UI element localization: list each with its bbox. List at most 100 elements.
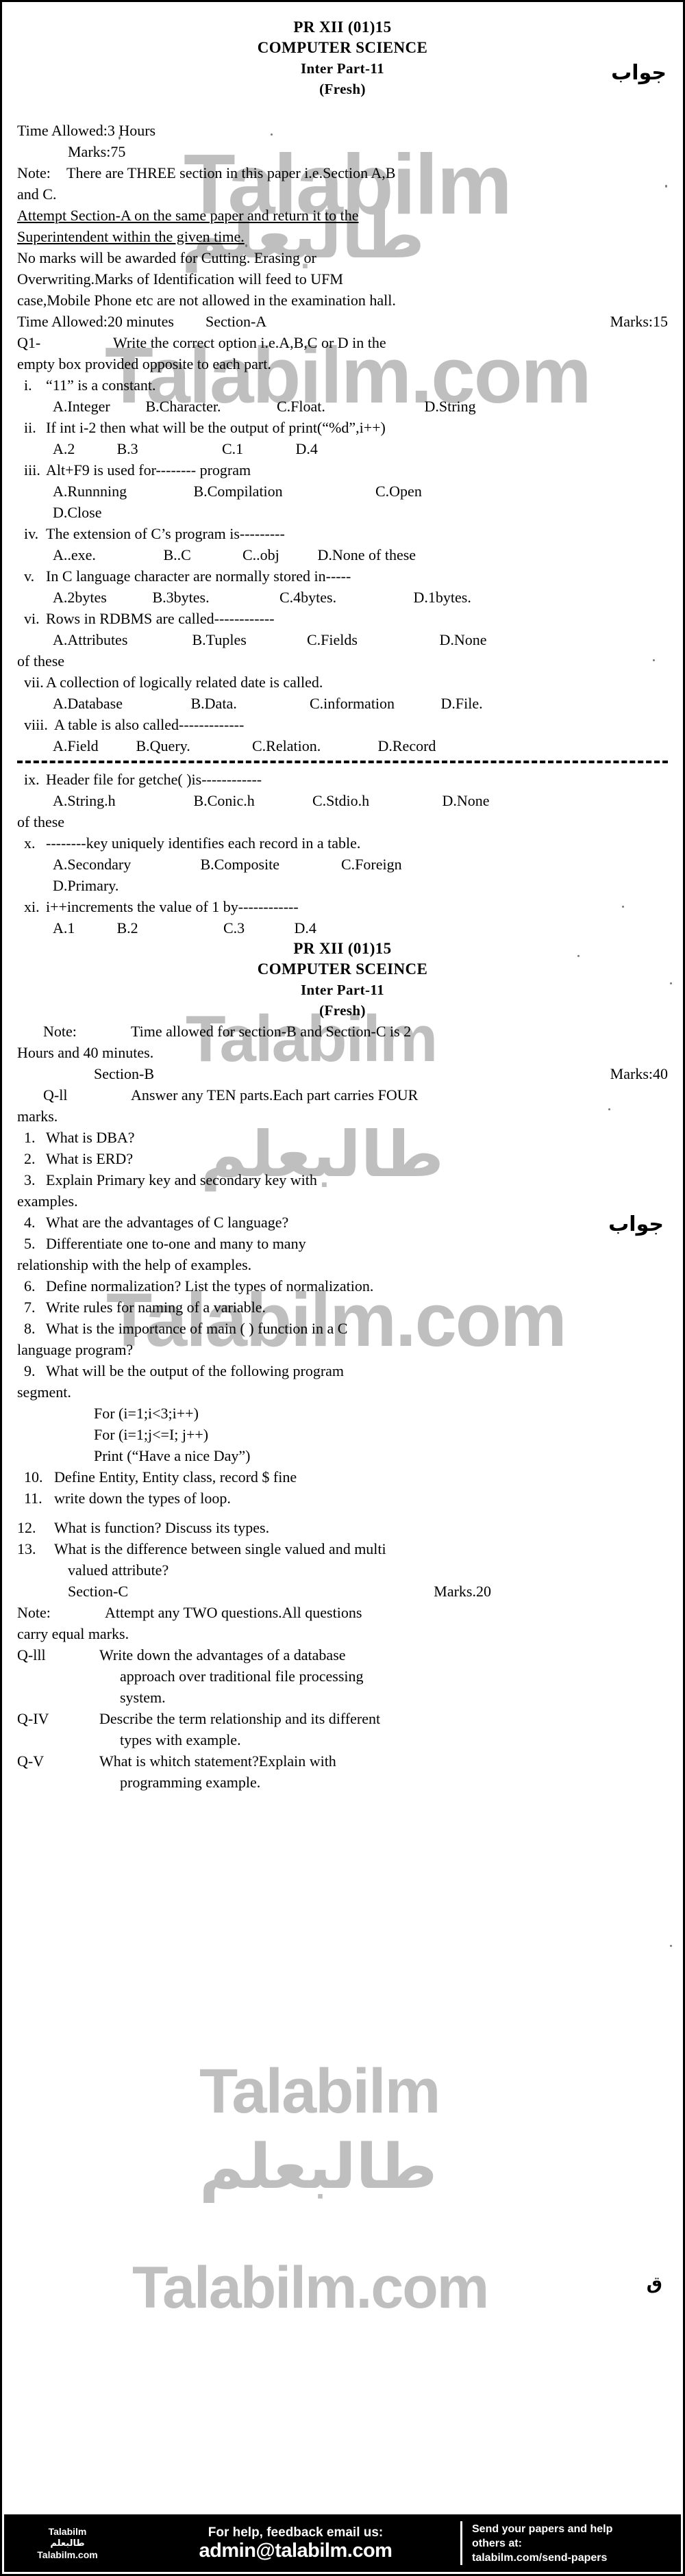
note-text-1b: and C. (17, 186, 57, 203)
mcq-option[interactable]: C.1 (222, 438, 292, 459)
mcq-option[interactable]: B.Character. (146, 396, 273, 417)
code-line: Print (“Have a nice Day”) (94, 1447, 251, 1464)
section-c-name: Section-C (68, 1583, 128, 1600)
mcq-option[interactable]: D.4 (296, 438, 318, 459)
mcq-option[interactable]: A.Database (53, 693, 187, 714)
mcq-text: Rows in RDBMS are called------------ (46, 610, 275, 627)
mcq-option[interactable]: A.2 (53, 438, 113, 459)
section-b-q-line: Q-ll Answer any TEN parts.Each part carr… (17, 1084, 668, 1106)
mcq-option[interactable]: B.2 (117, 917, 220, 939)
mcq-options: A.Secondary B.Composite C.Foreign (17, 854, 668, 875)
mcq-option[interactable]: D.None (443, 790, 490, 811)
mcq-text: Header file for getche( )is------------ (46, 771, 262, 788)
section-b-marks: Marks:40 (610, 1065, 668, 1082)
mcq-option[interactable]: A.Integer (53, 396, 142, 417)
mcq-option[interactable]: A.Attributes (53, 629, 188, 650)
section-b-note-text-2: Hours and 40 minutes. (17, 1044, 154, 1061)
mcq-option[interactable]: B.Tuples (192, 629, 303, 650)
question-number: 2. (24, 1150, 36, 1167)
mcq-option[interactable]: D.1bytes. (414, 587, 471, 608)
mcq-option[interactable]: B.Query. (136, 735, 249, 756)
watermark-arabic-3: طالبعلم (199, 2131, 438, 2203)
mcq-option[interactable]: D.None (440, 629, 487, 650)
long-question-item: Q-V What is whitch statement?Explain wit… (17, 1750, 668, 1772)
scan-speck (670, 1945, 672, 1947)
code-line: For (i=1;i<3;i++) (94, 1405, 199, 1422)
mcq-option[interactable]: C.Float. (277, 396, 421, 417)
watermark-talabilm-3: Talabilm (199, 2056, 440, 2126)
section-c-note-text-2: carry equal marks. (17, 1625, 129, 1642)
mcq-options: A.1 B.2 C.3 D.4 (17, 917, 668, 939)
mcq-option[interactable]: C.3 (223, 917, 290, 939)
mcq-option[interactable]: C.Open (375, 481, 422, 502)
mcq-option[interactable]: A.2bytes (53, 587, 149, 608)
mcq-item: iv. The extension of C’s program is-----… (17, 523, 668, 544)
mcq-option[interactable]: D.Close (53, 502, 102, 523)
mcq-option[interactable]: C.Fields (307, 629, 436, 650)
question-number: 8. (24, 1320, 36, 1337)
mcq-options: A.Field B.Query. C.Relation. D.Record (17, 735, 668, 756)
mcq-option[interactable]: D.File. (441, 693, 483, 714)
mcq-number: xi. (24, 898, 40, 915)
mcq-number: i. (24, 377, 32, 394)
mcq-options: A.2bytes B.3bytes. C.4bytes. D.1bytes. (17, 587, 668, 608)
footer-email[interactable]: admin@talabilm.com (135, 2540, 456, 2562)
mcq-option[interactable]: C..obj (242, 544, 314, 565)
question-text: What will be the output of the following… (46, 1362, 345, 1379)
question-text: What are the advantages of C language? (46, 1214, 289, 1231)
mcq-number: iii. (24, 461, 40, 479)
mcq-option[interactable]: A..exe. (53, 544, 160, 565)
mcq-item: i. “11” is a constant. (17, 374, 668, 396)
section-a-marks: Marks:15 (610, 313, 668, 330)
question-number: 11. (24, 1490, 42, 1507)
mcq-text: A table is also called------------- (54, 716, 245, 733)
footer-contact: For help, feedback email us: admin@talab… (131, 2525, 460, 2562)
question-number: 13. (17, 1540, 36, 1557)
question-text-cont: approach over traditional file processin… (120, 1668, 364, 1685)
question-text: What is the importance of main ( ) funct… (46, 1320, 348, 1337)
mcq-option[interactable]: A.1 (53, 917, 113, 939)
mcq-option[interactable]: B.Conic.h (194, 790, 309, 811)
footer-send-text-2: others at: (472, 2537, 522, 2549)
mcq-option[interactable]: C.Foreign (341, 854, 402, 875)
mcq-option[interactable]: A.Secondary (53, 854, 197, 875)
mcq-option[interactable]: D.None of these (318, 544, 416, 565)
mcq-option[interactable]: C.Stdio.h (312, 790, 438, 811)
mcq-options: A.Attributes B.Tuples C.Fields D.None (17, 629, 668, 650)
question-text: What is ERD? (46, 1150, 134, 1167)
mcq-options: A.Database B.Data. C.information D.File. (17, 693, 668, 714)
section-b-q-tag: Q-ll (43, 1086, 68, 1104)
question-text-cont: relationship with the help of examples. (17, 1256, 252, 1273)
question-text: What is function? Discuss its types. (54, 1519, 270, 1536)
mcq-option[interactable]: C.Relation. (252, 735, 374, 756)
mcq-option[interactable]: A.String.h (53, 790, 190, 811)
mcq-text: In C language character are normally sto… (46, 568, 351, 585)
mcq-option[interactable]: D.String (425, 396, 476, 417)
mcq-option[interactable]: B.Data. (191, 693, 306, 714)
mcq-option[interactable]: D.Primary. (53, 875, 119, 896)
mcq-options: A.Runnning B.Compilation C.Open (17, 481, 668, 502)
mcq-option[interactable]: B.Composite (201, 854, 338, 875)
mcq-option[interactable]: B.Compilation (194, 481, 372, 502)
mcq-option[interactable]: A.Runnning (53, 481, 190, 502)
mcq-option[interactable]: B.3bytes. (153, 587, 276, 608)
mcq-number: x. (24, 834, 36, 852)
mcq-option[interactable]: D.Record (378, 735, 436, 756)
footer-send-url[interactable]: talabilm.com/send-papers (472, 2551, 681, 2565)
question-text-cont: valued attribute? (68, 1561, 169, 1579)
mcq-option[interactable]: B.3 (117, 438, 219, 459)
mcq-option[interactable]: A.Field (53, 735, 132, 756)
mcq-option[interactable]: B..C (164, 544, 239, 565)
footer-brand-name: Talabilm (48, 2525, 87, 2537)
mcq-option[interactable]: D.4 (295, 917, 316, 939)
section-b-q-text-1: Answer any TEN parts.Each part carries F… (131, 1086, 419, 1104)
section-a-q-tag: Q1- (17, 334, 41, 351)
mcq-number: v. (24, 568, 35, 585)
section-c-header: Section-C Marks.20 (17, 1581, 668, 1602)
section-divider-dashed (17, 761, 668, 763)
mcq-option[interactable]: C.information (310, 693, 437, 714)
mcq-item: ix. Header file for getche( )is---------… (17, 769, 668, 790)
mcq-option[interactable]: C.4bytes. (279, 587, 410, 608)
long-question-item: Q-lll Write down the advantages of a dat… (17, 1644, 668, 1666)
part-heading: Inter Part-11 (300, 60, 385, 77)
